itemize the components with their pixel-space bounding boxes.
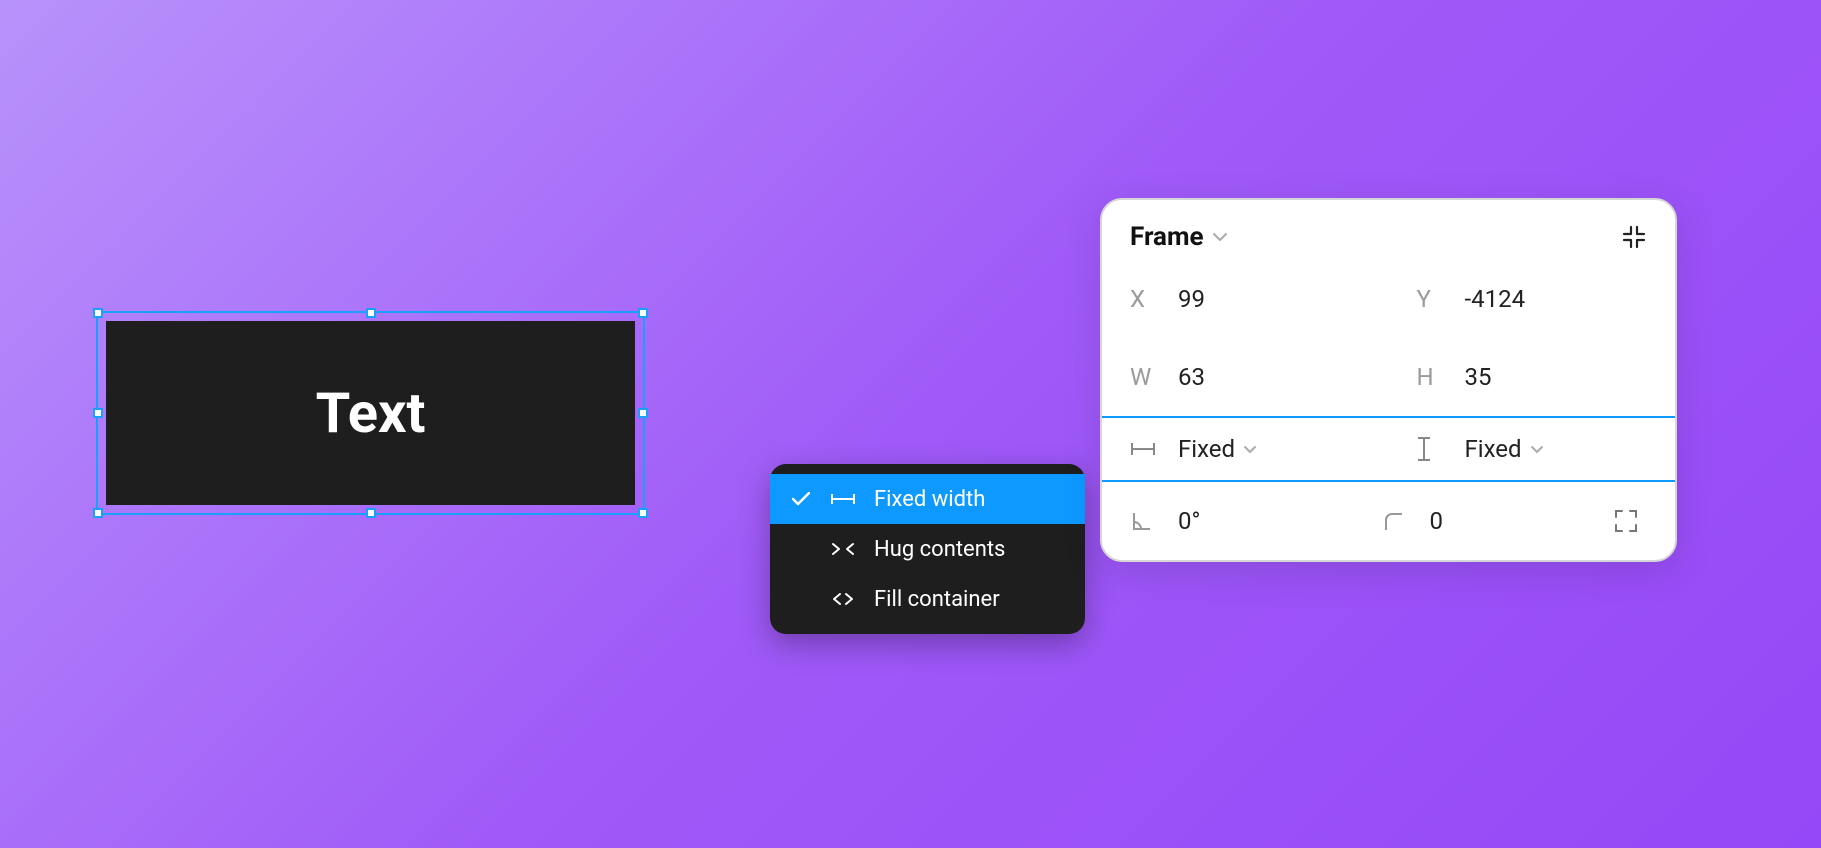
x-label: X bbox=[1130, 285, 1160, 313]
chevron-down-icon bbox=[1530, 445, 1544, 454]
menu-item-label: Fixed width bbox=[874, 487, 1065, 512]
frame-background[interactable]: Text bbox=[106, 321, 635, 505]
resize-handle-left-middle[interactable] bbox=[93, 408, 103, 418]
sizing-context-menu: Fixed width Hug contents Fill container bbox=[770, 464, 1085, 634]
frame-text-content[interactable]: Text bbox=[316, 380, 426, 446]
vertical-sizing-dropdown[interactable]: Fixed bbox=[1389, 418, 1676, 480]
chevron-down-icon bbox=[1243, 445, 1257, 454]
h-label: H bbox=[1417, 363, 1447, 391]
h-value: 35 bbox=[1465, 363, 1492, 391]
collapse-icon[interactable] bbox=[1621, 224, 1647, 250]
menu-item-hug-contents[interactable]: Hug contents bbox=[770, 524, 1085, 574]
vertical-sizing-value: Fixed bbox=[1465, 435, 1522, 463]
properties-header: Frame bbox=[1102, 200, 1675, 260]
horizontal-sizing-value: Fixed bbox=[1178, 435, 1235, 463]
x-position-field[interactable]: X 99 bbox=[1102, 260, 1389, 338]
frame-type-dropdown[interactable]: Frame bbox=[1130, 222, 1228, 252]
check-icon bbox=[790, 492, 812, 506]
corner-radius-field[interactable]: 0 bbox=[1354, 482, 1606, 560]
menu-item-fixed-width[interactable]: Fixed width bbox=[770, 474, 1085, 524]
panel-title: Frame bbox=[1130, 222, 1204, 252]
resize-handle-top-right[interactable] bbox=[638, 308, 648, 318]
height-field[interactable]: H 35 bbox=[1389, 338, 1676, 416]
vertical-sizing-icon bbox=[1417, 436, 1447, 462]
individual-corners-button[interactable] bbox=[1605, 508, 1675, 534]
resize-handle-top-middle[interactable] bbox=[366, 308, 376, 318]
menu-item-label: Hug contents bbox=[874, 537, 1065, 562]
y-value: -4124 bbox=[1465, 285, 1526, 313]
resize-handle-bottom-left[interactable] bbox=[93, 508, 103, 518]
width-field[interactable]: W 63 bbox=[1102, 338, 1389, 416]
hug-contents-icon bbox=[830, 542, 856, 556]
transform-section: 0° 0 bbox=[1102, 482, 1675, 560]
sizing-section: Fixed Fixed bbox=[1102, 416, 1675, 482]
corner-radius-icon bbox=[1382, 510, 1412, 532]
y-label: Y bbox=[1417, 285, 1447, 313]
resize-handle-right-middle[interactable] bbox=[638, 408, 648, 418]
menu-item-fill-container[interactable]: Fill container bbox=[770, 574, 1085, 624]
w-label: W bbox=[1130, 363, 1160, 391]
selected-frame[interactable]: Text bbox=[96, 311, 645, 515]
resize-handle-bottom-right[interactable] bbox=[638, 508, 648, 518]
horizontal-sizing-icon bbox=[1130, 442, 1160, 456]
y-position-field[interactable]: Y -4124 bbox=[1389, 260, 1676, 338]
properties-panel: Frame X 99 Y -4124 W 63 H 35 bbox=[1100, 198, 1677, 562]
rotation-field[interactable]: 0° bbox=[1102, 482, 1354, 560]
resize-handle-top-left[interactable] bbox=[93, 308, 103, 318]
fill-container-icon bbox=[830, 592, 856, 606]
resize-handle-bottom-middle[interactable] bbox=[366, 508, 376, 518]
x-value: 99 bbox=[1178, 285, 1205, 313]
fixed-width-icon bbox=[830, 493, 856, 505]
menu-item-label: Fill container bbox=[874, 587, 1065, 612]
horizontal-sizing-dropdown[interactable]: Fixed bbox=[1102, 418, 1389, 480]
chevron-down-icon bbox=[1212, 232, 1228, 242]
angle-icon bbox=[1130, 509, 1160, 533]
rotation-value: 0° bbox=[1178, 507, 1200, 535]
w-value: 63 bbox=[1178, 363, 1205, 391]
corner-radius-value: 0 bbox=[1430, 507, 1444, 535]
